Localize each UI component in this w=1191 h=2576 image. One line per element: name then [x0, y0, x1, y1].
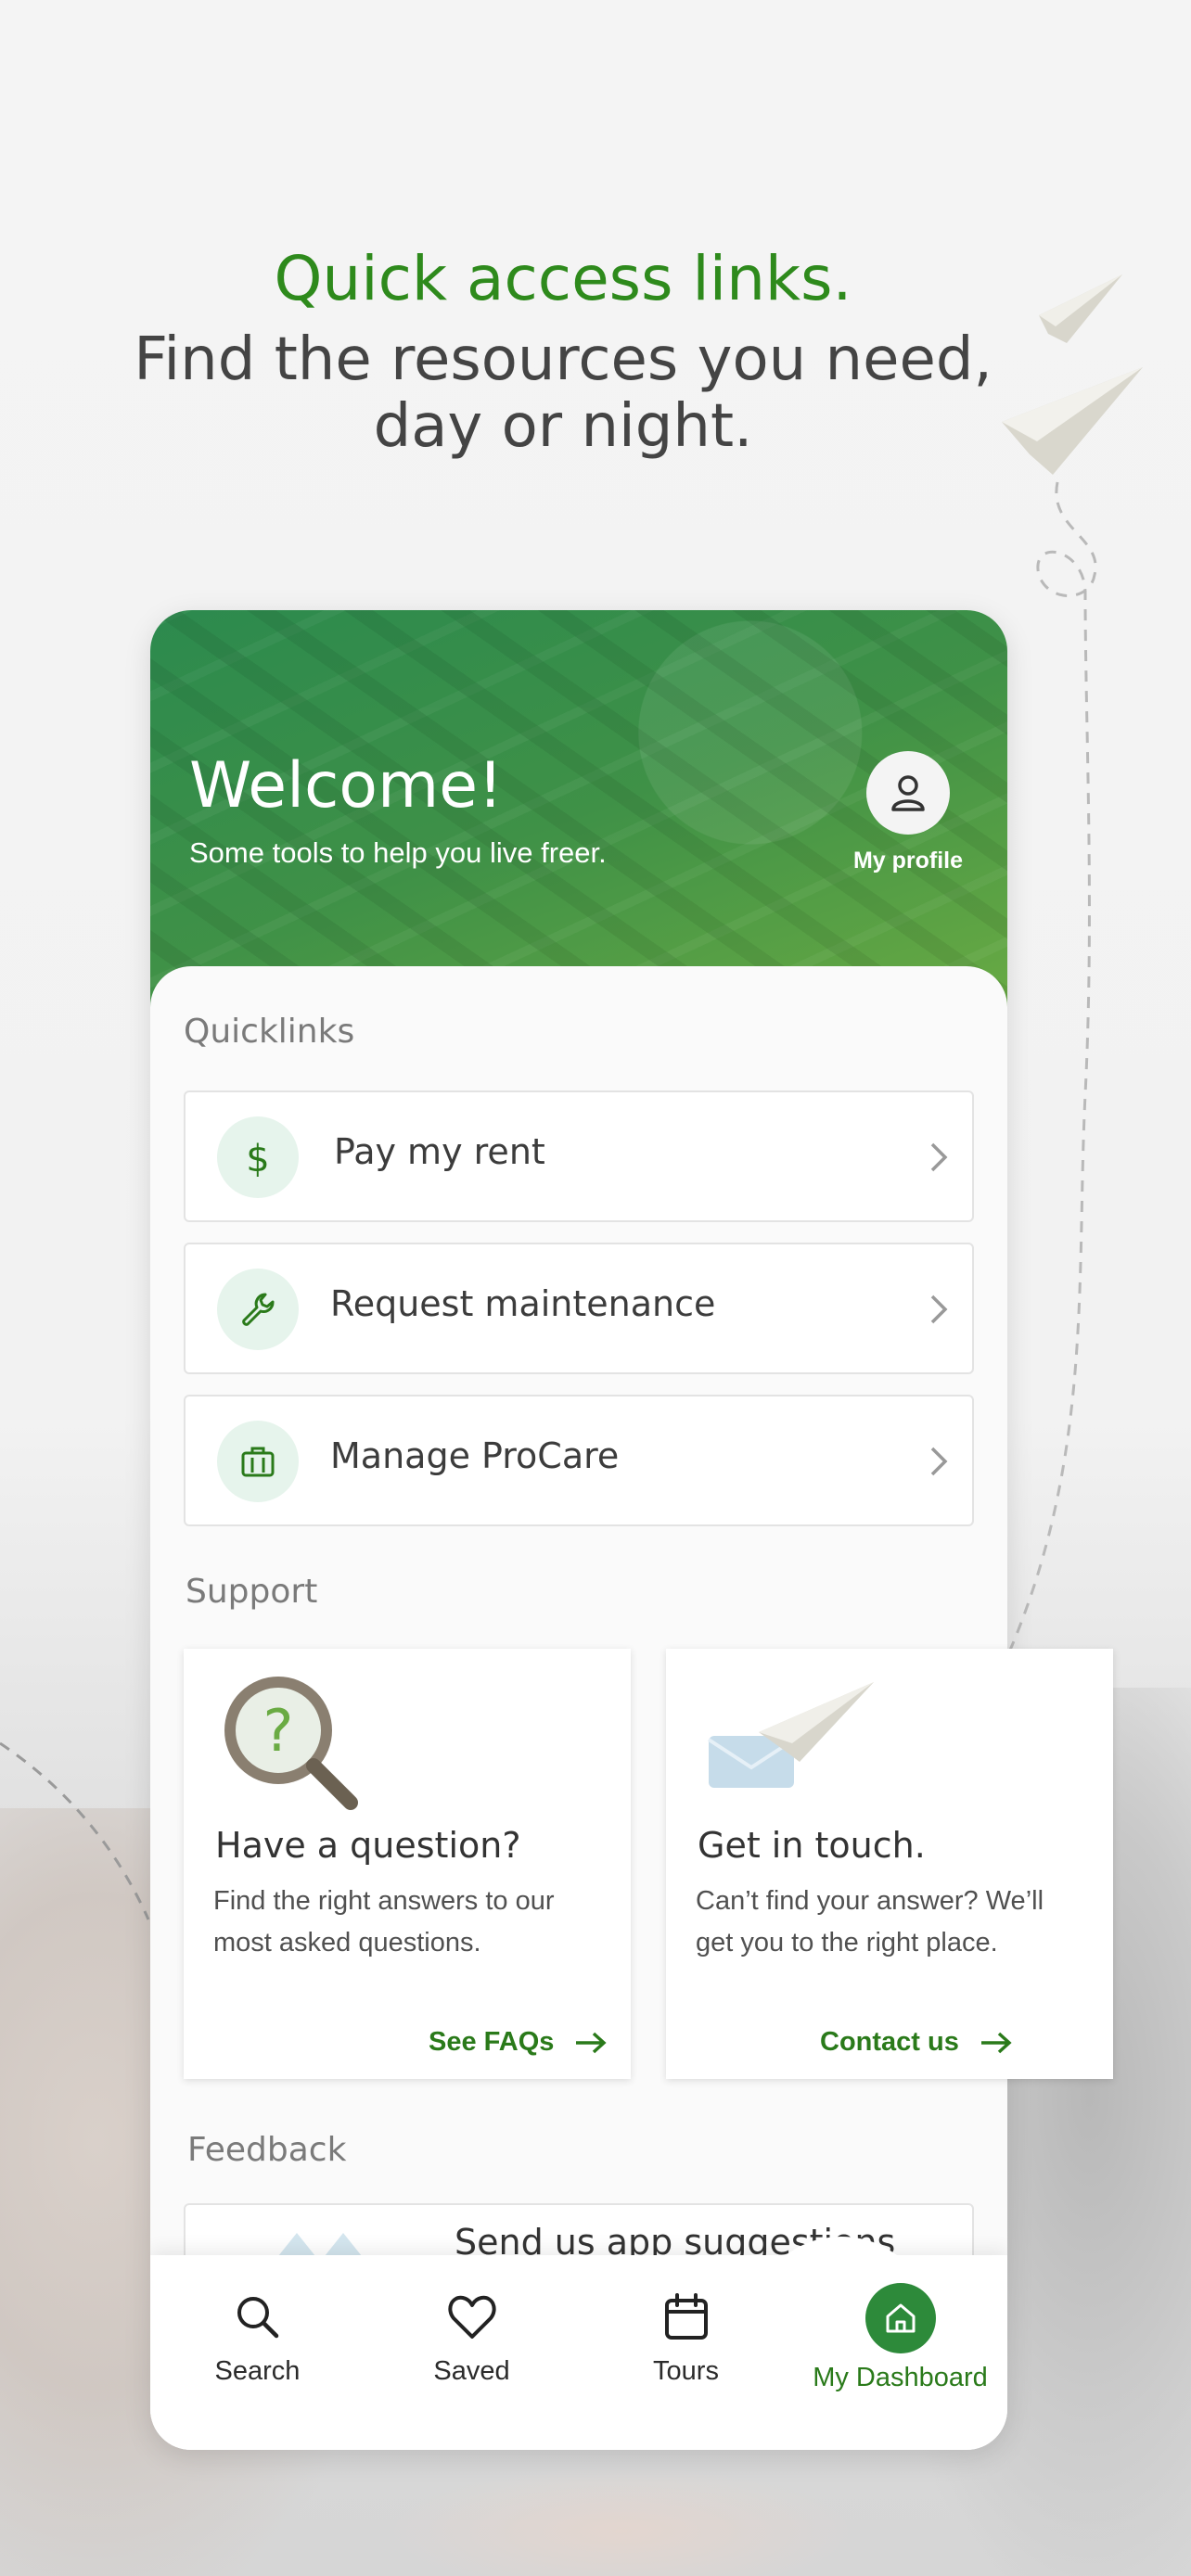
arrow-right-icon	[576, 2032, 608, 2053]
support-card-contact: Get in touch. Can’t find your answer? We…	[666, 1649, 1113, 2079]
wrench-icon	[217, 1269, 299, 1350]
quicklinks-title: Quicklinks	[184, 1013, 355, 1051]
feedback-title: Feedback	[187, 2131, 347, 2169]
svg-text:?: ?	[263, 1697, 294, 1765]
tab-label: Saved	[433, 2356, 510, 2386]
quicklink-label: Request maintenance	[330, 1283, 716, 1324]
support-card-heading: Have a question?	[215, 1825, 521, 1866]
marketing-subline: Find the resources you need, day or nigh…	[134, 325, 992, 461]
marketing-headline: Quick access links.	[274, 243, 852, 314]
tab-label: Search	[214, 2356, 301, 2386]
quicklink-manage-procare[interactable]: Manage ProCare	[184, 1395, 974, 1526]
bottom-tab-bar: Search Saved Tours My Dashboard	[150, 2237, 1007, 2450]
tab-search[interactable]: Search	[150, 2292, 365, 2387]
svg-text:$: $	[246, 1138, 269, 1179]
home-icon	[864, 2283, 936, 2353]
support-title: Support	[186, 1573, 318, 1611]
welcome-title: Welcome!	[189, 749, 504, 823]
tab-tours[interactable]: Tours	[579, 2292, 793, 2387]
tab-label: Tours	[653, 2356, 719, 2386]
magnifier-question-icon: ?	[224, 1677, 358, 1810]
quicklink-request-maintenance[interactable]: Request maintenance	[184, 1243, 974, 1374]
profile-avatar	[866, 751, 950, 835]
dollar-icon: $	[217, 1116, 299, 1198]
support-card-body: Find the right answers to our most asked…	[213, 1886, 555, 1958]
my-profile-label: My profile	[852, 848, 964, 874]
heart-icon	[447, 2295, 496, 2339]
tab-saved[interactable]: Saved	[365, 2292, 579, 2387]
chevron-right-icon	[930, 1447, 948, 1476]
paper-plane-envelope-icon	[707, 1682, 874, 1788]
tab-label: My Dashboard	[813, 2363, 988, 2392]
support-card-body: Can’t find your answer? We’ll get you to…	[696, 1886, 1044, 1958]
dashed-trail-left-icon	[0, 1741, 150, 1920]
my-profile-button[interactable]: My profile	[837, 751, 980, 874]
briefcase-icon	[217, 1421, 299, 1502]
chevron-right-icon	[930, 1294, 948, 1324]
contact-us-link[interactable]: Contact us	[820, 2027, 1013, 2058]
welcome-hero: Welcome! Some tools to help you live fre…	[150, 610, 1007, 1018]
quicklink-label: Manage ProCare	[330, 1435, 620, 1476]
support-card-heading: Get in touch.	[698, 1825, 926, 1866]
quicklink-pay-rent[interactable]: $ Pay my rent	[184, 1090, 974, 1222]
search-icon	[237, 2297, 278, 2339]
calendar-icon	[664, 2293, 708, 2340]
background-photo-handshake	[390, 2467, 853, 2576]
user-icon	[891, 775, 925, 811]
chevron-right-icon	[930, 1142, 948, 1172]
see-faqs-link[interactable]: See FAQs	[429, 2027, 608, 2058]
arrow-right-icon	[980, 2032, 1012, 2053]
app-screen-card: Welcome! Some tools to help you live fre…	[150, 610, 1007, 2450]
quicklink-label: Pay my rent	[334, 1131, 545, 1172]
welcome-subtitle: Some tools to help you live freer.	[189, 836, 607, 869]
support-card-faq: ? Have a question? Find the right answer…	[184, 1649, 631, 2079]
tab-my-dashboard[interactable]: My Dashboard	[793, 2283, 1007, 2393]
paper-plane-decoration-icon	[1000, 274, 1143, 1670]
